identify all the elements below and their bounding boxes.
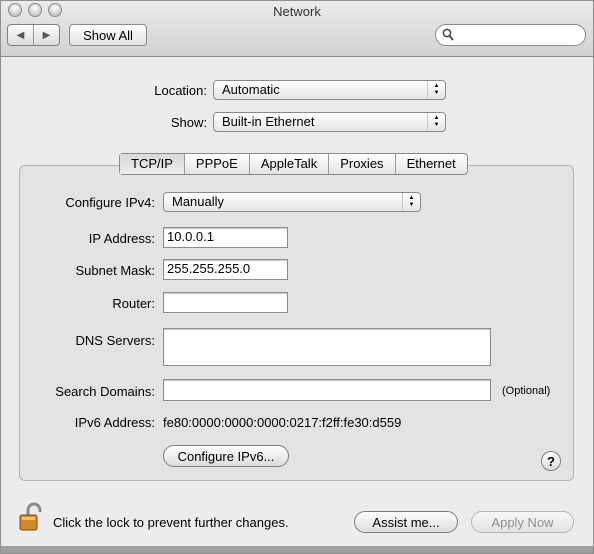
router-field[interactable]	[163, 292, 288, 313]
dns-servers-field[interactable]	[163, 328, 491, 366]
optional-hint: (Optional)	[502, 385, 551, 397]
configure-ipv4-value: Manually	[172, 194, 225, 209]
location-popup[interactable]: Automatic ▲ ▼	[213, 80, 446, 100]
show-popup[interactable]: Built-in Ethernet ▲ ▼	[213, 112, 446, 132]
toolbar: Network ◀ ▶ Show All	[1, 1, 593, 57]
search-field[interactable]	[435, 24, 586, 46]
window-title: Network	[273, 4, 321, 19]
network-window: Network ◀ ▶ Show All Location: Automatic…	[0, 0, 594, 554]
search-icon	[442, 28, 454, 41]
ipv6-address-value: fe80:0000:0000:0000:0217:f2ff:fe30:d559	[163, 415, 402, 430]
tab-proxies[interactable]: Proxies	[328, 154, 394, 174]
popup-arrows-icon: ▲ ▼	[402, 193, 420, 211]
ip-address-label: IP Address:	[88, 231, 155, 246]
show-value: Built-in Ethernet	[222, 114, 315, 129]
show-label: Show:	[170, 115, 207, 130]
lock-icon[interactable]	[19, 502, 43, 532]
location-value: Automatic	[222, 82, 280, 97]
subnet-mask-label: Subnet Mask:	[75, 263, 156, 278]
ipv6-address-label: IPv6 Address:	[74, 415, 155, 430]
tab-pppoe[interactable]: PPPoE	[183, 154, 249, 174]
back-forward-control: ◀ ▶	[7, 24, 60, 46]
configure-ipv4-label: Configure IPv4:	[65, 195, 155, 210]
back-arrow-icon[interactable]: ◀	[8, 25, 33, 45]
tcpip-pane	[19, 165, 574, 481]
location-label: Location:	[154, 83, 207, 98]
lock-message: Click the lock to prevent further change…	[53, 515, 289, 530]
subnet-mask-field[interactable]: 255.255.255.0	[163, 259, 288, 280]
dns-servers-label: DNS Servers:	[75, 333, 155, 348]
tab-appletalk[interactable]: AppleTalk	[248, 154, 328, 174]
search-domains-label: Search Domains:	[55, 384, 155, 399]
tab-tcpip[interactable]: TCP/IP	[120, 154, 184, 174]
ip-address-field[interactable]: 10.0.0.1	[163, 227, 288, 248]
show-all-button[interactable]: Show All	[69, 24, 147, 46]
forward-arrow-icon[interactable]: ▶	[33, 25, 59, 45]
tab-bar: TCP/IP PPPoE AppleTalk Proxies Ethernet	[119, 153, 468, 175]
configure-ipv6-button[interactable]: Configure IPv6...	[163, 445, 289, 467]
configure-ipv4-popup[interactable]: Manually ▲ ▼	[163, 192, 421, 212]
popup-arrows-icon: ▲ ▼	[427, 113, 445, 131]
help-button[interactable]: ?	[541, 451, 561, 471]
background-strip	[1, 546, 593, 553]
apply-now-button[interactable]: Apply Now	[471, 511, 574, 533]
search-domains-field[interactable]	[163, 379, 491, 401]
popup-arrows-icon: ▲ ▼	[427, 81, 445, 99]
tab-ethernet[interactable]: Ethernet	[394, 154, 467, 174]
router-label: Router:	[112, 296, 155, 311]
assist-me-button[interactable]: Assist me...	[354, 511, 458, 533]
